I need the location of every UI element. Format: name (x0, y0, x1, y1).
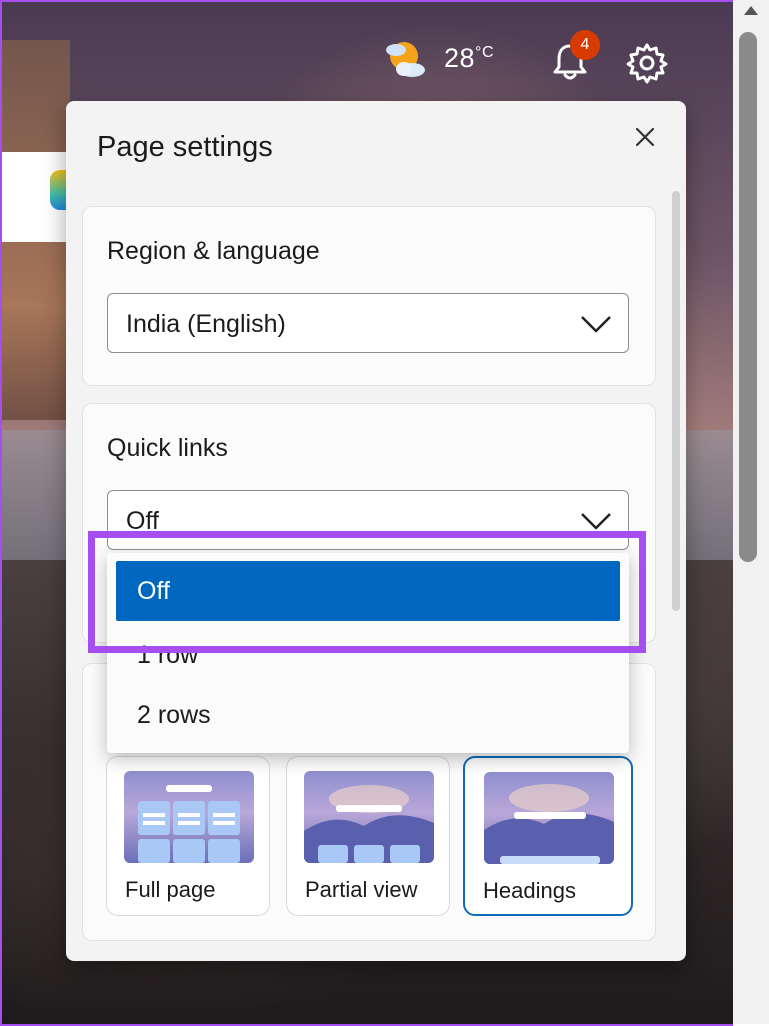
close-icon[interactable] (631, 123, 659, 151)
full-page-preview-icon (138, 785, 240, 863)
partial-view-preview-icon (304, 785, 434, 863)
chevron-down-icon (581, 513, 611, 530)
quick-links-title: Quick links (107, 434, 228, 462)
layout-partial-view-label: Partial view (305, 877, 418, 902)
layout-partial-view[interactable]: Partial view (286, 756, 450, 916)
region-select[interactable]: India (English) (107, 293, 629, 353)
scrollbar-thumb[interactable] (739, 32, 757, 562)
full-page-thumbnail (124, 771, 254, 863)
partial-view-thumbnail (304, 771, 434, 863)
chevron-down-icon (581, 316, 611, 333)
dialog-title: Page settings (97, 131, 273, 163)
temperature-text: 28°C (444, 42, 494, 73)
layout-full-page-label: Full page (125, 877, 216, 902)
layout-full-page[interactable]: Full page (106, 756, 270, 916)
highlight-annotation (88, 531, 646, 653)
headings-thumbnail (484, 772, 614, 864)
sun-behind-cloud-icon (386, 42, 425, 77)
notification-badge: 4 (570, 30, 600, 60)
dialog-scrollbar[interactable] (672, 191, 680, 611)
layout-headings-label: Headings (483, 878, 576, 903)
region-language-title: Region & language (107, 237, 320, 265)
dropdown-option-label: 2 rows (137, 701, 211, 729)
browser-scrollbar[interactable] (733, 0, 769, 1024)
layout-headings[interactable]: Headings (463, 756, 633, 916)
dropdown-option-2-rows[interactable]: 2 rows (107, 687, 629, 745)
weather-widget[interactable]: 28°C (382, 36, 494, 80)
region-language-card: Region & language India (English) (82, 206, 656, 386)
region-select-value: India (English) (126, 310, 286, 338)
scroll-up-arrow-icon[interactable] (744, 6, 758, 15)
headings-preview-icon (484, 784, 614, 864)
gear-icon[interactable] (626, 42, 668, 84)
